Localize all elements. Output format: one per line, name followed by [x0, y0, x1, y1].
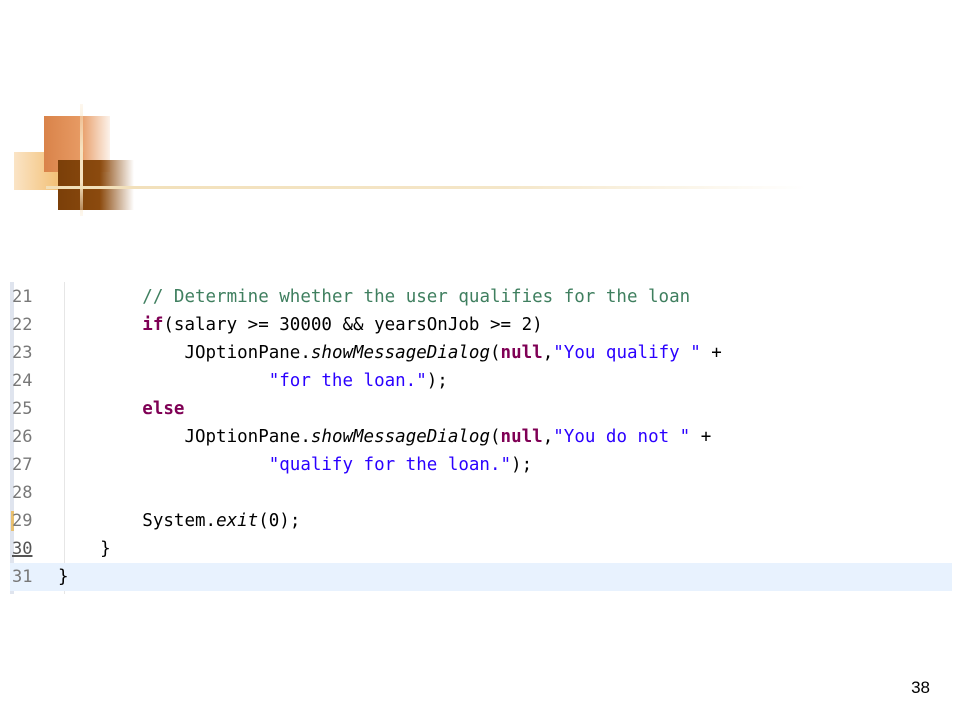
code-text: // Determine whether the user qualifies … — [58, 283, 690, 311]
code-token: exit — [216, 511, 259, 531]
code-token: else — [142, 399, 185, 419]
code-line[interactable]: 21 // Determine whether the user qualifi… — [10, 283, 952, 311]
code-token: null — [500, 343, 543, 363]
code-token: } — [58, 567, 69, 587]
code-token: null — [500, 427, 543, 447]
code-token: if — [142, 315, 164, 335]
code-token: ( — [490, 343, 501, 363]
line-number: 23 — [12, 343, 33, 363]
line-number: 21 — [12, 287, 33, 307]
line-number: 24 — [12, 371, 33, 391]
slide-corner-ornament — [0, 0, 960, 230]
line-number: 26 — [12, 427, 33, 447]
code-token: ); — [511, 455, 533, 475]
code-token: ( — [490, 427, 501, 447]
code-token: "You do not " — [553, 427, 691, 447]
line-number: 31 — [12, 567, 33, 587]
code-token: (salary >= 30000 && yearsOnJob >= 2) — [163, 315, 543, 335]
code-text: JOptionPane.showMessageDialog(null,"You … — [58, 423, 711, 451]
code-line[interactable]: 22 if(salary >= 30000 && yearsOnJob >= 2… — [10, 311, 952, 339]
code-line[interactable]: 28 — [10, 479, 952, 507]
ornament-horizontal-line — [46, 186, 806, 189]
code-line[interactable]: 31} — [10, 563, 952, 591]
code-editor[interactable]: 21 // Determine whether the user qualifi… — [10, 282, 952, 594]
code-text: JOptionPane.showMessageDialog(null,"You … — [58, 339, 722, 367]
line-number: 22 — [12, 315, 33, 335]
code-token: // Determine whether the user qualifies … — [142, 287, 691, 307]
page-number: 38 — [911, 678, 930, 697]
code-line[interactable]: 24 "for the loan."); — [10, 367, 952, 395]
code-line[interactable]: 29 System.exit(0); — [10, 507, 952, 535]
code-text: } — [58, 535, 111, 563]
line-number: 29 — [12, 511, 33, 531]
code-line[interactable]: 23 JOptionPane.showMessageDialog(null,"Y… — [10, 339, 952, 367]
code-text: else — [58, 395, 184, 423]
code-token: System. — [142, 511, 217, 531]
ornament-vertical-line — [80, 104, 83, 216]
code-text: "for the loan."); — [58, 367, 448, 395]
line-number: 30 — [12, 539, 33, 559]
code-token: + — [690, 427, 712, 447]
code-line[interactable]: 25 else — [10, 395, 952, 423]
ornament-brown-square — [58, 160, 134, 210]
code-token: "You qualify " — [553, 343, 701, 363]
code-token: showMessageDialog — [310, 427, 490, 447]
code-token: ); — [426, 371, 448, 391]
code-text: if(salary >= 30000 && yearsOnJob >= 2) — [58, 311, 543, 339]
code-line[interactable]: 27 "qualify for the loan."); — [10, 451, 952, 479]
line-number: 27 — [12, 455, 33, 475]
code-token: "for the loan." — [268, 371, 427, 391]
code-token: "qualify for the loan." — [268, 455, 512, 475]
code-token: + — [700, 343, 722, 363]
code-text: System.exit(0); — [58, 507, 300, 535]
code-token: (0); — [258, 511, 301, 531]
code-token: , — [542, 427, 554, 447]
code-token: JOptionPane. — [184, 427, 311, 447]
code-text: } — [58, 563, 69, 591]
code-token: } — [100, 539, 111, 559]
line-number: 28 — [12, 483, 33, 503]
code-token: showMessageDialog — [310, 343, 490, 363]
code-line[interactable]: 30 } — [10, 535, 952, 563]
code-text: "qualify for the loan."); — [58, 451, 532, 479]
line-number: 25 — [12, 399, 33, 419]
code-line[interactable]: 26 JOptionPane.showMessageDialog(null,"Y… — [10, 423, 952, 451]
code-token: , — [542, 343, 554, 363]
code-token: JOptionPane. — [184, 343, 311, 363]
